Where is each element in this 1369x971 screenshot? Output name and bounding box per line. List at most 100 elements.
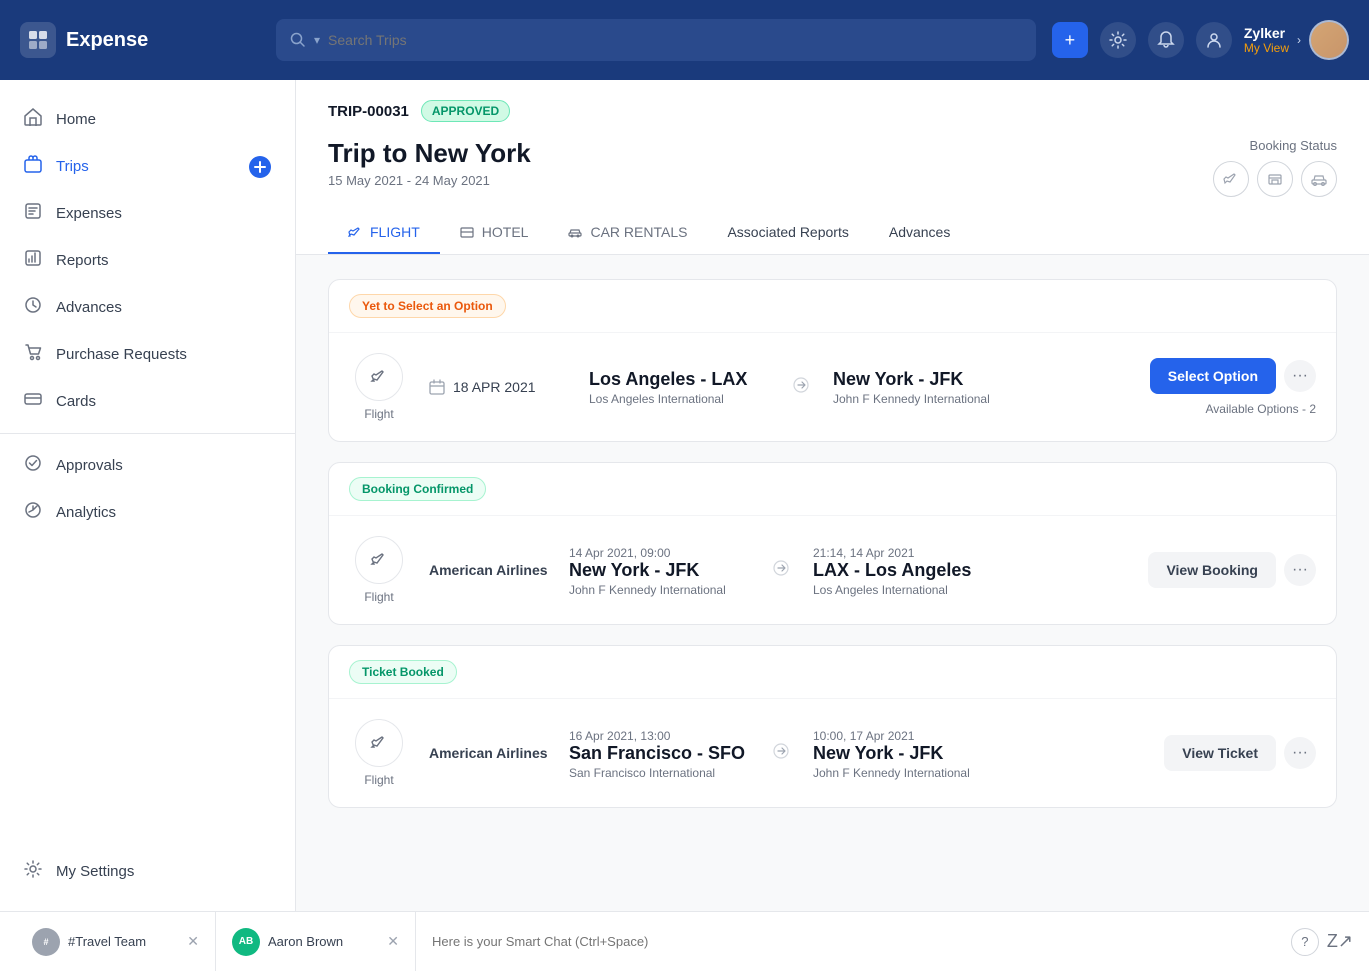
available-options: Available Options - 2: [1205, 402, 1316, 416]
booking-card-2-body: Flight American Airlines 14 Apr 2021, 09…: [329, 516, 1336, 624]
header-actions: + Zylker My View ›: [1052, 20, 1349, 60]
booking-3-from-city: San Francisco - SFO: [569, 743, 749, 764]
booking-3-route: 16 Apr 2021, 13:00 San Francisco - SFO S…: [569, 727, 1136, 780]
car-status-icon[interactable]: [1301, 161, 1337, 197]
booking-2-to: 21:14, 14 Apr 2021 LAX - Los Angeles Los…: [813, 544, 993, 597]
search-filter-icon[interactable]: ▾: [314, 33, 320, 47]
chat-tab-travel-team[interactable]: # #Travel Team ✕: [16, 912, 216, 971]
tab-associated-reports[interactable]: Associated Reports: [707, 212, 868, 254]
sidebar-item-expenses[interactable]: Expenses: [0, 190, 295, 237]
booking-status-label: Booking Status: [1250, 138, 1337, 153]
sidebar-item-trips[interactable]: Trips: [0, 143, 295, 190]
home-icon: [24, 108, 42, 131]
flight-status-icon[interactable]: [1213, 161, 1249, 197]
sidebar-item-cards[interactable]: Cards: [0, 378, 295, 425]
booking-1-more-button[interactable]: ···: [1284, 360, 1316, 392]
booking-3-action-row: View Ticket ···: [1164, 735, 1316, 771]
avatar: [1309, 20, 1349, 60]
booking-3-from: 16 Apr 2021, 13:00 San Francisco - SFO S…: [569, 727, 749, 780]
booking-1-date-col: 18 APR 2021: [429, 379, 569, 395]
tab-hotel[interactable]: HOTEL: [440, 212, 549, 254]
booking-1-date: 18 APR 2021: [453, 379, 536, 395]
search-bar[interactable]: ▾: [276, 19, 1036, 61]
sidebar-label-advances: Advances: [56, 299, 122, 316]
select-option-button[interactable]: Select Option: [1150, 358, 1276, 394]
notifications-button[interactable]: [1148, 22, 1184, 58]
sidebar-label-expenses: Expenses: [56, 205, 122, 222]
booking-1-type-label: Flight: [364, 407, 393, 421]
tab-flight[interactable]: FLIGHT: [328, 212, 440, 254]
trip-title: Trip to New York: [328, 138, 531, 169]
booking-2-airline: American Airlines: [429, 562, 549, 578]
search-input[interactable]: [328, 32, 1022, 48]
sidebar-item-purchase-requests[interactable]: Purchase Requests: [0, 331, 295, 378]
booking-2-action-row: View Booking ···: [1148, 552, 1316, 588]
booking-3-flight-icon: [355, 719, 403, 767]
booking-2-from-airport: John F Kennedy International: [569, 583, 749, 597]
tab-flight-label: FLIGHT: [370, 224, 420, 240]
header: Expense ▾ +: [0, 0, 1369, 80]
app-title: Expense: [66, 29, 148, 52]
booking-1-from: Los Angeles - LAX Los Angeles Internatio…: [589, 369, 769, 406]
smart-chat-input[interactable]: [432, 934, 1275, 949]
sidebar-item-reports[interactable]: Reports: [0, 237, 295, 284]
view-ticket-button[interactable]: View Ticket: [1164, 735, 1276, 771]
sidebar-item-approvals[interactable]: Approvals: [0, 442, 295, 489]
trip-title-section: Trip to New York 15 May 2021 - 24 May 20…: [328, 138, 531, 204]
user-name: Zylker: [1244, 25, 1289, 41]
tab-advances[interactable]: Advances: [869, 212, 970, 254]
travel-team-close[interactable]: ✕: [187, 933, 199, 950]
route-arrow-1: [785, 377, 817, 398]
booking-2-to-city: LAX - Los Angeles: [813, 560, 993, 581]
booking-3-depart-time: 16 Apr 2021, 13:00: [569, 729, 749, 743]
booking-3-actions: View Ticket ···: [1156, 735, 1316, 771]
sidebar-label-cards: Cards: [56, 393, 96, 410]
chat-tab-aaron-brown[interactable]: AB Aaron Brown ✕: [216, 912, 416, 971]
booking-3-arrive-time: 10:00, 17 Apr 2021: [813, 729, 993, 743]
sidebar-item-analytics[interactable]: Analytics: [0, 489, 295, 536]
trip-id: TRIP-00031: [328, 103, 409, 120]
booking-3-airline-name: American Airlines: [429, 745, 549, 761]
content-area: TRIP-00031 APPROVED Trip to New York 15 …: [296, 80, 1369, 911]
booking-1-action-row: Select Option ···: [1150, 358, 1316, 394]
sidebar-label-settings: My Settings: [56, 863, 134, 880]
smart-chat-area[interactable]: [416, 934, 1291, 949]
view-booking-button[interactable]: View Booking: [1148, 552, 1276, 588]
booking-3-to-airport: John F Kennedy International: [813, 766, 993, 780]
sidebar-item-advances[interactable]: Advances: [0, 284, 295, 331]
booking-card-2: Booking Confirmed Flight American Airlin…: [328, 462, 1337, 625]
booking-3-to: 10:00, 17 Apr 2021 New York - JFK John F…: [813, 727, 993, 780]
chat-help-button[interactable]: ?: [1291, 928, 1319, 956]
route-arrow-3: [765, 743, 797, 764]
contacts-button[interactable]: [1196, 22, 1232, 58]
main-layout: Home Trips Expenses Reports: [0, 80, 1369, 911]
booking-card-2-header: Booking Confirmed: [329, 463, 1336, 516]
sidebar-item-settings[interactable]: My Settings: [0, 848, 295, 895]
settings-icon-button[interactable]: [1100, 22, 1136, 58]
booking-1-actions: Select Option ··· Available Options - 2: [1150, 358, 1316, 416]
booking-3-status: Ticket Booked: [349, 660, 457, 684]
trips-badge[interactable]: [249, 156, 271, 178]
booking-3-more-button[interactable]: ···: [1284, 737, 1316, 769]
tab-car-rentals-label: CAR RENTALS: [590, 224, 687, 240]
booking-card-3: Ticket Booked Flight American Airlines: [328, 645, 1337, 808]
booking-card-1-body: Flight 18 APR 2021 Los Angeles - LAX Los…: [329, 333, 1336, 441]
chat-emoji-button[interactable]: Z↗: [1327, 931, 1353, 952]
aaron-brown-close[interactable]: ✕: [387, 933, 399, 950]
add-button[interactable]: +: [1052, 22, 1088, 58]
booking-card-1: Yet to Select an Option Flight 18 APR 20…: [328, 279, 1337, 442]
purchase-icon: [24, 343, 42, 366]
booking-3-from-airport: San Francisco International: [569, 766, 749, 780]
booking-1-to-city: New York - JFK: [833, 369, 1013, 390]
reports-icon: [24, 249, 42, 272]
analytics-icon: [24, 501, 42, 524]
status-icons-row: [1213, 161, 1337, 197]
sidebar-item-home[interactable]: Home: [0, 96, 295, 143]
booking-2-more-button[interactable]: ···: [1284, 554, 1316, 586]
sidebar-label-analytics: Analytics: [56, 504, 116, 521]
tab-car-rentals[interactable]: CAR RENTALS: [548, 212, 707, 254]
sidebar-label-reports: Reports: [56, 252, 109, 269]
hotel-status-icon[interactable]: [1257, 161, 1293, 197]
chat-bar: # #Travel Team ✕ AB Aaron Brown ✕ ? Z↗: [0, 911, 1369, 971]
user-menu[interactable]: Zylker My View ›: [1244, 20, 1349, 60]
